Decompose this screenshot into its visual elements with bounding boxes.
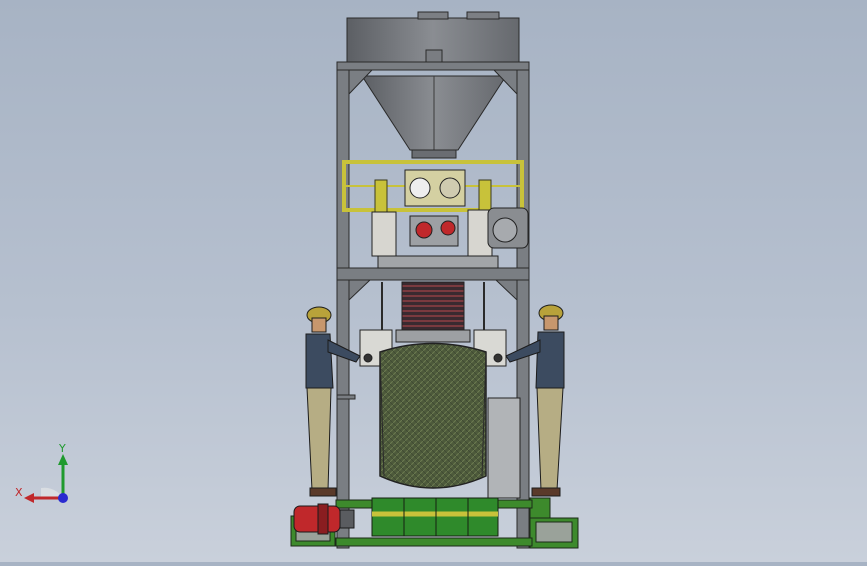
hopper	[346, 11, 520, 159]
big-bag	[379, 342, 487, 489]
y-axis-label: Y	[58, 442, 66, 455]
bellows	[401, 281, 465, 333]
machine-model	[290, 11, 579, 549]
z-axis-dot	[58, 493, 68, 503]
operator-left	[305, 306, 361, 497]
axis-triad: Y X	[15, 442, 68, 503]
x-axis-label: X	[15, 486, 23, 499]
dosing-unit	[371, 169, 529, 269]
cad-viewport[interactable]: Y X	[0, 0, 867, 562]
roller-conveyor	[371, 497, 499, 537]
control-cabinet	[487, 397, 521, 499]
